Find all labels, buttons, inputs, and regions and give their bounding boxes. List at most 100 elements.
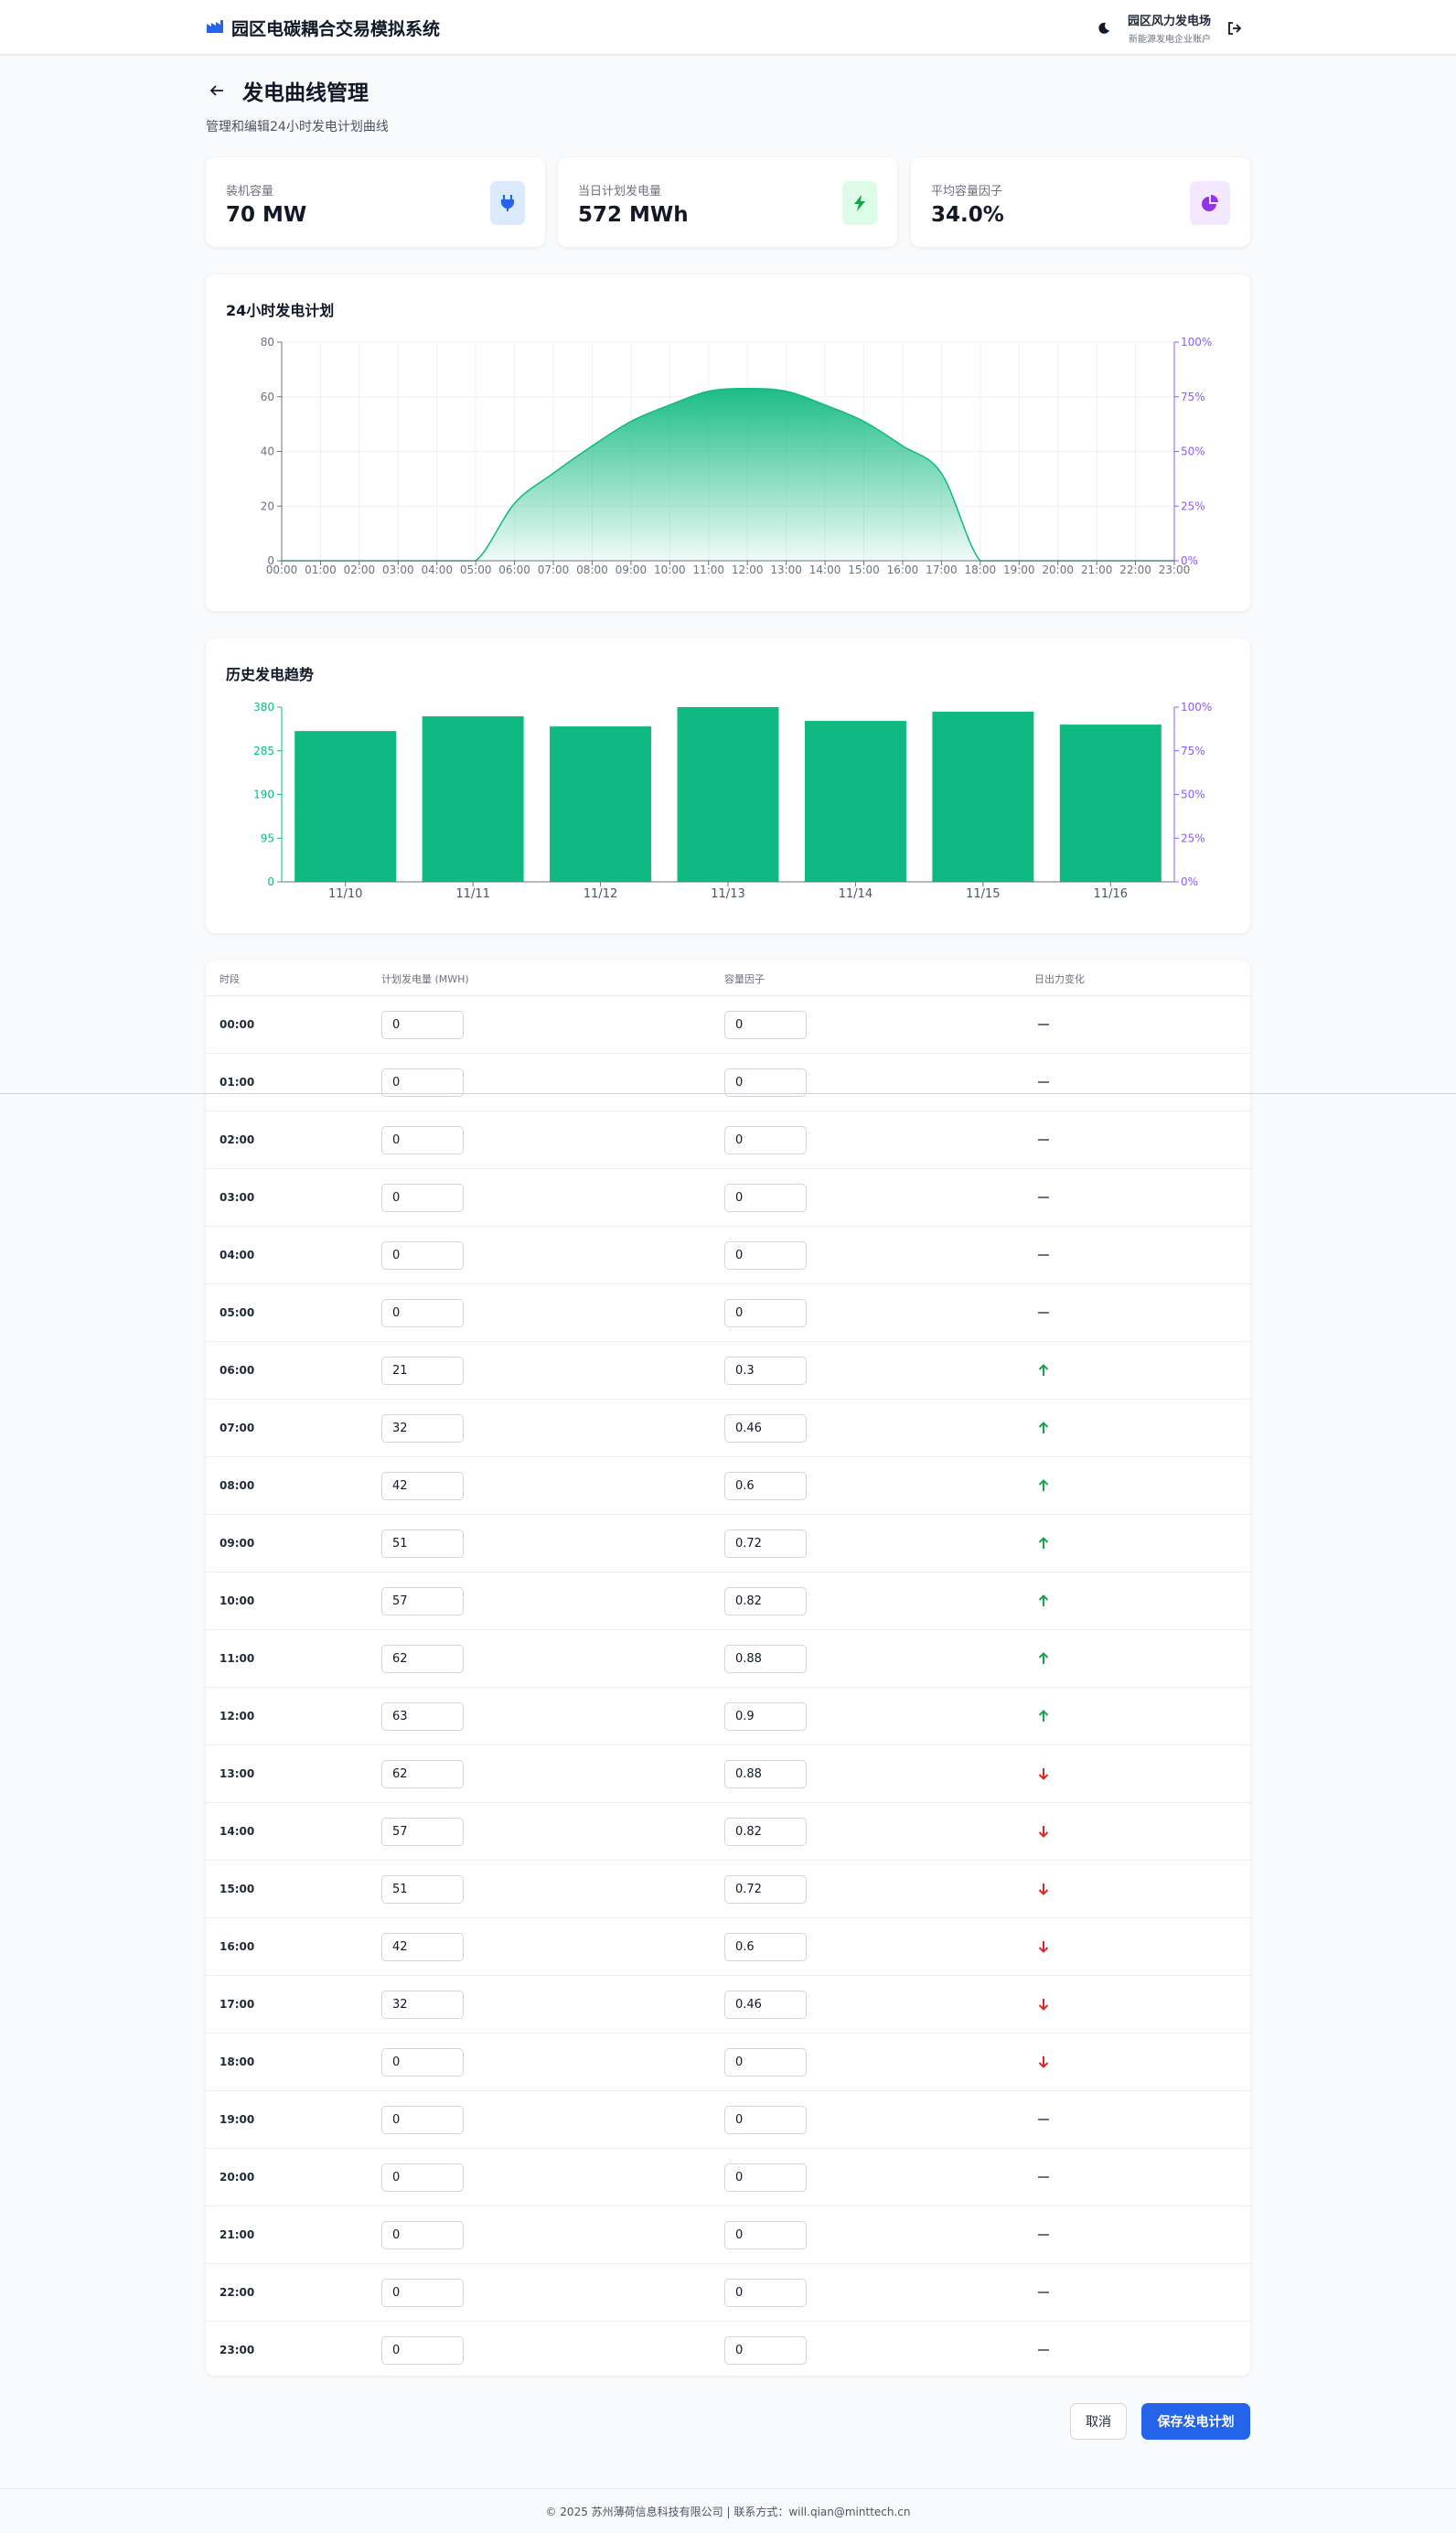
capacity-factor-input[interactable] xyxy=(724,1184,807,1212)
capacity-factor-input[interactable] xyxy=(724,1472,807,1500)
generation-input[interactable] xyxy=(381,1875,464,1904)
time-cell: 10:00 xyxy=(219,1594,255,1607)
generation-input[interactable] xyxy=(381,2336,464,2365)
capacity-factor-input[interactable] xyxy=(724,2336,807,2365)
capacity-factor-input[interactable] xyxy=(724,1011,807,1039)
x-tick-label: 05:00 xyxy=(460,563,492,576)
bar xyxy=(1059,724,1162,882)
capacity-factor-input[interactable] xyxy=(724,1760,807,1788)
generation-input[interactable] xyxy=(381,1241,464,1270)
generation-input[interactable] xyxy=(381,2106,464,2134)
generation-input[interactable] xyxy=(381,1414,464,1443)
capacity-factor-input[interactable] xyxy=(724,1875,807,1904)
arrow-down-icon xyxy=(1034,1764,1053,1784)
capacity-factor-input[interactable] xyxy=(724,2106,807,2134)
time-cell: 18:00 xyxy=(219,2055,255,2068)
x-tick-label: 00:00 xyxy=(266,563,298,576)
generation-input[interactable] xyxy=(381,2048,464,2077)
bolt-icon xyxy=(842,181,877,225)
capacity-factor-input[interactable] xyxy=(724,1357,807,1385)
generation-input[interactable] xyxy=(381,1818,464,1846)
generation-input[interactable] xyxy=(381,1991,464,2019)
table-row: 09:00 xyxy=(206,1515,1250,1572)
capacity-factor-input[interactable] xyxy=(724,2221,807,2249)
arrow-down-icon xyxy=(1034,1994,1053,2014)
generation-input[interactable] xyxy=(381,1933,464,1961)
generation-input[interactable] xyxy=(381,2221,464,2249)
generation-input[interactable] xyxy=(381,1011,464,1039)
logout-icon[interactable] xyxy=(1224,17,1246,39)
plug-icon xyxy=(490,181,525,225)
generation-input[interactable] xyxy=(381,1126,464,1154)
capacity-factor-input[interactable] xyxy=(724,1702,807,1731)
y2-tick-label: 25% xyxy=(1181,832,1205,844)
generation-area xyxy=(282,388,1174,561)
x-tick-label: 18:00 xyxy=(965,563,997,576)
time-cell: 05:00 xyxy=(219,1306,255,1319)
capacity-factor-input[interactable] xyxy=(724,1241,807,1270)
table-row: 13:00 xyxy=(206,1745,1250,1803)
generation-input[interactable] xyxy=(381,1299,464,1327)
bar xyxy=(804,721,906,882)
y2-tick-label: 100% xyxy=(1181,701,1212,714)
capacity-factor-input[interactable] xyxy=(724,2163,807,2192)
table-row: 06:00 xyxy=(206,1342,1250,1400)
moon-icon[interactable] xyxy=(1093,17,1115,39)
x-tick-label: 11/10 xyxy=(328,887,362,901)
capacity-factor-input[interactable] xyxy=(724,1126,807,1154)
stat-value: 572 MWh xyxy=(578,203,689,227)
table-row: 15:00 xyxy=(206,1861,1250,1918)
y2-tick-label: 100% xyxy=(1181,336,1212,349)
history-chart: 0 95 190 285 380 0% 25% 50% 75% 100% 11/10 11/11 11/… xyxy=(253,701,1212,901)
time-cell: 21:00 xyxy=(219,2228,255,2241)
dash-icon xyxy=(1034,1072,1053,1092)
stat-label: 平均容量因子 xyxy=(931,185,1003,199)
cancel-button[interactable]: 取消 xyxy=(1070,2403,1127,2440)
table-row: 14:00 xyxy=(206,1803,1250,1861)
x-tick-label: 11/14 xyxy=(839,887,873,901)
stat-value: 34.0% xyxy=(931,203,1004,227)
time-cell: 08:00 xyxy=(219,1479,255,1492)
dash-icon xyxy=(1034,2340,1053,2360)
capacity-factor-input[interactable] xyxy=(724,1529,807,1558)
dash-icon xyxy=(1034,2225,1053,2245)
stat-value: 70 MW xyxy=(226,203,307,227)
table-row: 00:00 xyxy=(206,996,1250,1054)
capacity-factor-input[interactable] xyxy=(724,1414,807,1443)
generation-input[interactable] xyxy=(381,1645,464,1673)
capacity-factor-input[interactable] xyxy=(724,1587,807,1615)
capacity-factor-input[interactable] xyxy=(724,1299,807,1327)
brand[interactable]: 园区电碳耦合交易模拟系统 xyxy=(206,16,440,40)
generation-input[interactable] xyxy=(381,1587,464,1615)
table-row: 07:00 xyxy=(206,1400,1250,1457)
time-cell: 12:00 xyxy=(219,1710,255,1723)
time-cell: 09:00 xyxy=(219,1537,255,1550)
y-tick-label: 95 xyxy=(261,832,274,844)
capacity-factor-input[interactable] xyxy=(724,1645,807,1673)
capacity-factor-input[interactable] xyxy=(724,1991,807,2019)
generation-input[interactable] xyxy=(381,1472,464,1500)
y2-tick-label: 75% xyxy=(1181,391,1205,403)
save-plan-button[interactable]: 保存发电计划 xyxy=(1141,2403,1250,2440)
time-cell: 06:00 xyxy=(219,1364,255,1377)
time-cell: 01:00 xyxy=(219,1076,255,1089)
table-row: 21:00 xyxy=(206,2206,1250,2264)
capacity-factor-input[interactable] xyxy=(724,2279,807,2307)
generation-input[interactable] xyxy=(381,1760,464,1788)
generation-input[interactable] xyxy=(381,2163,464,2192)
capacity-factor-input[interactable] xyxy=(724,1933,807,1961)
generation-input[interactable] xyxy=(381,1184,464,1212)
x-tick-label: 19:00 xyxy=(1003,563,1035,576)
generation-input[interactable] xyxy=(381,1529,464,1558)
capacity-factor-input[interactable] xyxy=(724,1818,807,1846)
time-cell: 00:00 xyxy=(219,1018,255,1031)
capacity-factor-input[interactable] xyxy=(724,2048,807,2077)
back-arrow-icon[interactable] xyxy=(206,80,228,102)
generation-input[interactable] xyxy=(381,1702,464,1731)
generation-input[interactable] xyxy=(381,2279,464,2307)
generation-input[interactable] xyxy=(381,1357,464,1385)
y2-tick-label: 75% xyxy=(1181,745,1205,757)
table-header: 时段 计划发电量 (MWH) 容量因子 日出力变化 xyxy=(206,961,1250,996)
time-cell: 16:00 xyxy=(219,1940,255,1953)
dash-icon xyxy=(1034,2109,1053,2130)
